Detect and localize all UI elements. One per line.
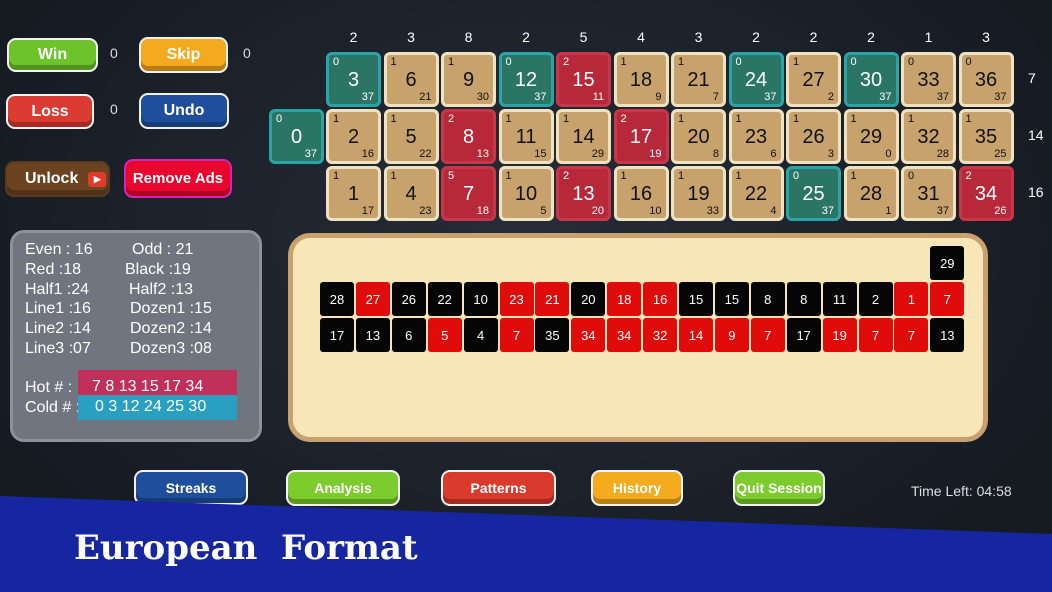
banner-background [0,496,1052,592]
banner-title: European Format [74,528,418,568]
